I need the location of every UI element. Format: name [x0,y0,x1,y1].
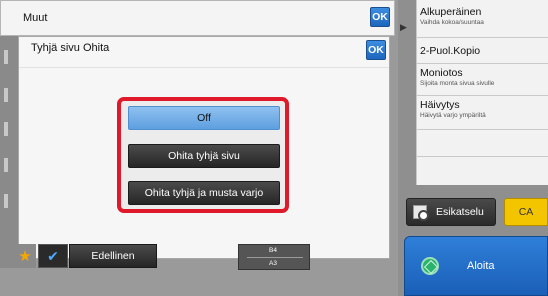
dialog-divider [19,67,389,68]
clear-all-button[interactable]: CA [504,198,548,226]
preview-icon [413,205,429,221]
menu-item-subtitle: Sijoita monta sivua sivulle [420,80,495,87]
menu-item-title: Alkuperäinen [420,6,482,18]
previous-label: Edellinen [91,250,135,262]
preview-label: Esikatselu [436,206,484,218]
menu-item-subtitle: Vaihda kokoa/suuntaa [420,19,484,26]
start-button[interactable]: Aloita [404,236,548,296]
menu-item-erase[interactable]: Häivytys Häivytä varjo ympäriltä [417,96,548,130]
menu-item-title: 2-Puol.Kopio [420,45,481,57]
start-label: Aloita [467,260,495,272]
dialog-ok-button[interactable]: OK [366,40,386,60]
option-skip-blank-and-shadow-button[interactable]: Ohita tyhjä ja musta varjo [128,181,280,205]
menu-item-title: Häivytys [420,99,460,111]
previous-button[interactable]: Edellinen [69,244,157,268]
header-ok-button[interactable]: OK [370,7,390,27]
option-off-button[interactable]: Off [128,106,280,130]
menu-item-multi-shot[interactable]: Moniotos Sijoita monta sivua sivulle [417,64,548,96]
bottom-area [0,268,398,296]
paper-size-bottom: A3 [269,260,277,267]
strip-tab [4,122,8,136]
expand-arrow-icon[interactable]: ▶ [400,22,414,34]
paper-size-indicator: B4 A3 [238,244,310,270]
menu-item-original[interactable]: Alkuperäinen Vaihda kokoa/suuntaa [417,6,548,38]
paper-size-top: B4 [269,247,277,254]
star-icon[interactable]: ★ [14,244,36,268]
menu-item-empty [417,157,548,185]
start-icon [421,257,439,275]
left-side-strip [0,36,18,268]
ca-label: CA [518,206,534,218]
menu-item-title: Moniotos [420,67,463,79]
menu-item-duplex-copy[interactable]: 2-Puol.Kopio [417,38,548,64]
paper-divider [247,257,303,258]
copier-screen: ▶ Alkuperäinen Vaihda kokoa/suuntaa 2-Pu… [0,0,548,296]
menu-item-empty [417,130,548,157]
strip-tab [4,158,8,172]
page-title: Muut [23,12,48,24]
menu-item-subtitle: Häivytä varjo ympäriltä [420,112,486,119]
strip-tab [4,194,8,208]
strip-tab [4,50,8,64]
preview-button[interactable]: Esikatselu [406,198,496,226]
dialog-title: Tyhjä sivu Ohita [31,42,110,54]
strip-tab [4,88,8,102]
checkmark-icon[interactable]: ✔ [38,244,68,268]
function-menu-list: Alkuperäinen Vaihda kokoa/suuntaa 2-Puol… [416,0,548,185]
option-skip-blank-button[interactable]: Ohita tyhjä sivu [128,144,280,168]
others-header-bar: Muut [0,0,395,36]
